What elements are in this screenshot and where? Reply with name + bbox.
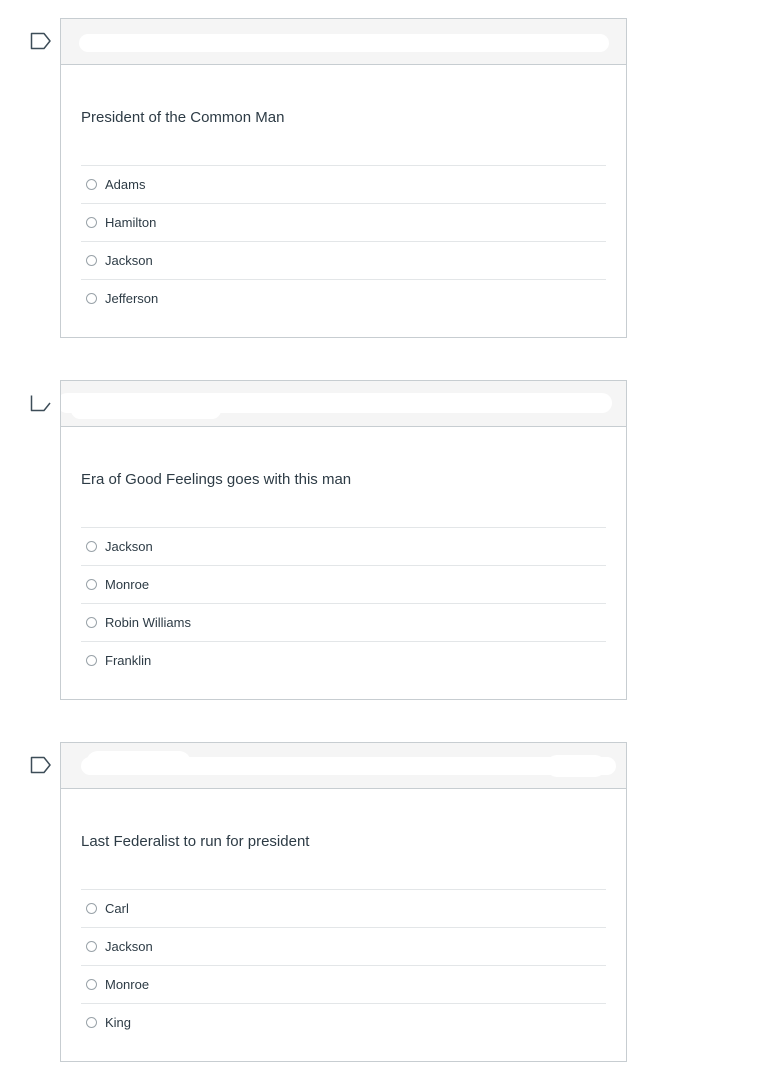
flag-question-button[interactable] [30,32,52,50]
radio-button-icon[interactable] [86,255,97,266]
radio-button-icon[interactable] [86,579,97,590]
question-card: Last Federalist to run for president Car… [60,742,627,1062]
answer-label: Franklin [105,653,152,668]
radio-button-icon[interactable] [86,179,97,190]
radio-button-icon[interactable] [86,903,97,914]
question-header [61,743,626,789]
answer-label: Jefferson [105,291,159,306]
question-text: Era of Good Feelings goes with this man [81,471,352,488]
answer-list: Jackson Monroe Robin Williams Franklin [81,527,606,679]
question-text: President of the Common Man [81,109,285,126]
flag-icon [30,32,51,50]
answer-option[interactable]: Robin Williams [81,603,606,641]
answer-option[interactable]: Jackson [81,527,606,565]
answer-label: Monroe [105,577,150,592]
question-header [61,381,626,427]
answer-label: Hamilton [105,215,157,230]
answer-label: Jackson [105,539,153,554]
answer-option[interactable]: Jackson [81,927,606,965]
redaction-mark [86,751,191,775]
answer-option[interactable]: Adams [81,165,606,203]
answer-label: Jackson [105,939,153,954]
answer-option[interactable]: Monroe [81,565,606,603]
redaction-mark [546,755,606,777]
radio-button-icon[interactable] [86,541,97,552]
answer-option[interactable]: King [81,1003,606,1041]
radio-button-icon[interactable] [86,941,97,952]
question-header [61,19,626,65]
answer-option[interactable]: Jackson [81,241,606,279]
answer-option[interactable]: Monroe [81,965,606,1003]
question-text: Last Federalist to run for president [81,833,310,850]
redaction-mark [171,39,351,49]
flag-icon [30,756,51,774]
redaction-mark [71,401,221,419]
flag-question-button[interactable] [30,394,52,412]
answer-label: Robin Williams [105,615,191,630]
radio-button-icon[interactable] [86,655,97,666]
answer-option[interactable]: Franklin [81,641,606,679]
flag-question-button[interactable] [30,756,52,774]
answer-option[interactable]: Jefferson [81,279,606,317]
answer-list: Carl Jackson Monroe King [81,889,606,1041]
answer-option[interactable]: Carl [81,889,606,927]
radio-button-icon[interactable] [86,617,97,628]
answer-label: King [105,1015,132,1030]
question-card: Era of Good Feelings goes with this man … [60,380,627,700]
radio-button-icon[interactable] [86,293,97,304]
radio-button-icon[interactable] [86,217,97,228]
answer-list: Adams Hamilton Jackson Jefferson [81,165,606,317]
radio-button-icon[interactable] [86,979,97,990]
question-card: President of the Common Man Adams Hamilt… [60,18,627,338]
answer-label: Jackson [105,253,153,268]
flag-icon [30,395,51,412]
radio-button-icon[interactable] [86,1017,97,1028]
answer-label: Monroe [105,977,150,992]
answer-label: Carl [105,901,129,916]
answer-option[interactable]: Hamilton [81,203,606,241]
answer-label: Adams [105,177,146,192]
